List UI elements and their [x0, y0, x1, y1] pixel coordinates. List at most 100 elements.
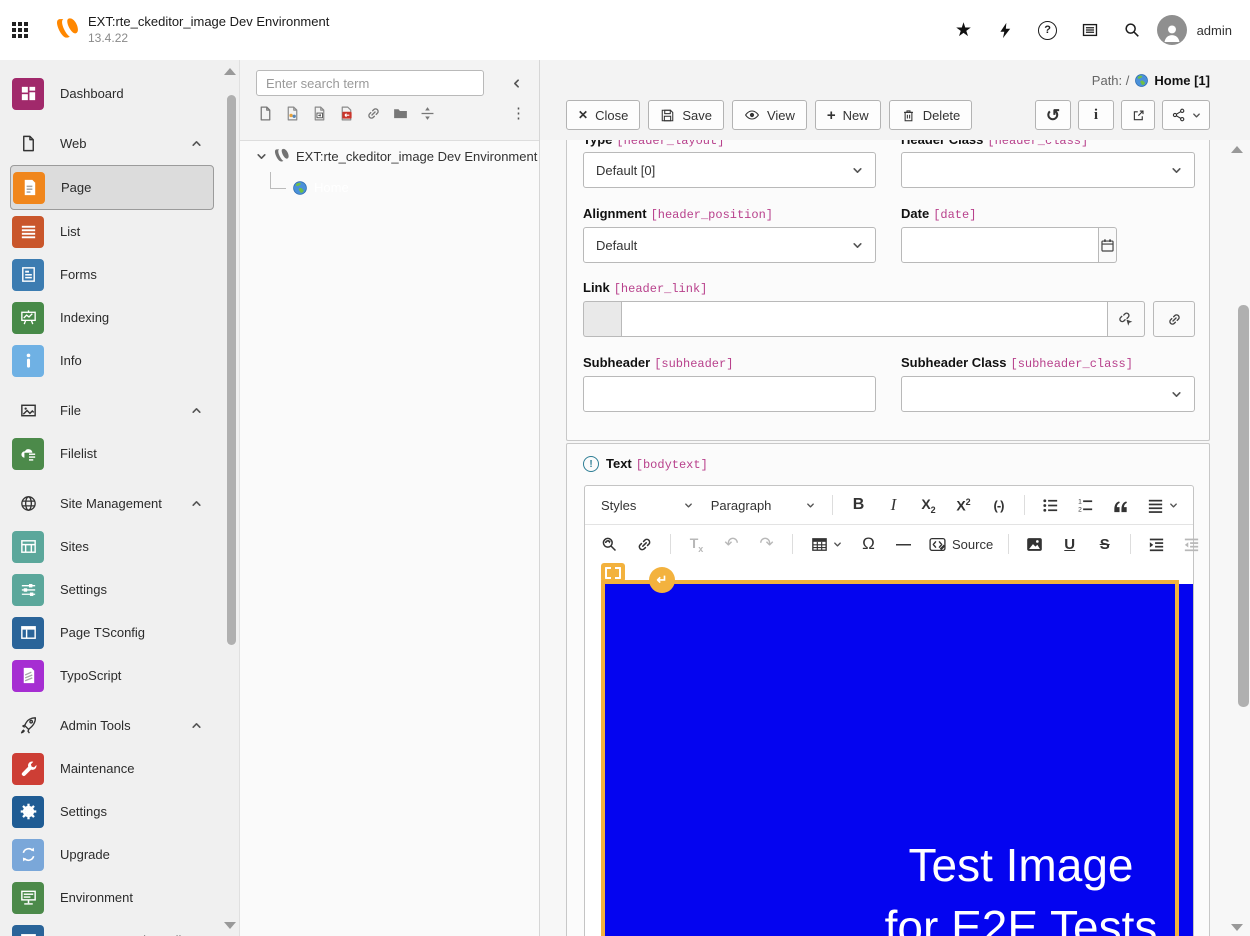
sidebar-item-filelist[interactable]: Filelist: [10, 432, 214, 475]
block-quote-button[interactable]: [1104, 491, 1137, 519]
user-menu[interactable]: admin: [1157, 15, 1232, 45]
page-info-button[interactable]: i: [1078, 100, 1114, 130]
bulleted-list-button[interactable]: [1034, 491, 1067, 519]
close-button[interactable]: ✕ Close: [566, 100, 640, 130]
window-panes-icon: [12, 617, 44, 649]
new-separator-icon[interactable]: [418, 104, 436, 122]
widget-drag-handle[interactable]: [601, 563, 625, 582]
sidebar-item-forms[interactable]: Forms: [10, 253, 214, 296]
sidebar-item-maintenance[interactable]: Maintenance: [10, 747, 214, 790]
share-button[interactable]: [1162, 100, 1210, 130]
save-button[interactable]: Save: [648, 100, 724, 130]
delete-button[interactable]: Delete: [889, 100, 973, 130]
help-button[interactable]: ?: [1031, 13, 1065, 47]
text-alignment-dropdown[interactable]: [1139, 491, 1185, 519]
insert-image-button[interactable]: [1018, 530, 1051, 558]
insert-paragraph-button[interactable]: ↵: [649, 567, 675, 593]
subheader-class-select[interactable]: [901, 376, 1195, 412]
indent-button[interactable]: [1140, 530, 1173, 558]
sidebar-item-info[interactable]: Info: [10, 339, 214, 382]
date-input[interactable]: [901, 227, 1099, 263]
soft-hyphen-button[interactable]: (-): [982, 491, 1015, 519]
find-replace-button[interactable]: [593, 530, 626, 558]
sidebar-item-upgrade[interactable]: Upgrade: [10, 833, 214, 876]
remove-format-button[interactable]: Tx: [680, 530, 713, 558]
subheader-input[interactable]: [584, 377, 875, 411]
tree-node-root[interactable]: EXT:rte_ckeditor_image Dev Environment: [240, 141, 539, 172]
close-icon: ✕: [578, 108, 588, 122]
history-button[interactable]: ↺: [1035, 100, 1071, 130]
open-new-window-button[interactable]: [1121, 100, 1155, 130]
sidebar-item-admin-settings[interactable]: Settings: [10, 790, 214, 833]
content-scrollbar-thumb[interactable]: [1238, 305, 1249, 707]
sidebar-item-dashboard[interactable]: Dashboard: [10, 72, 214, 115]
kebab-menu-icon[interactable]: ⋮: [511, 104, 525, 122]
modules-grid-button[interactable]: [0, 10, 40, 50]
content-scroll-down[interactable]: [1231, 924, 1243, 931]
new-shortcut-page-icon[interactable]: [310, 104, 328, 122]
new-backend-user-section-icon[interactable]: [283, 104, 301, 122]
tree-search-input[interactable]: [256, 70, 484, 96]
alignment-select[interactable]: Default: [583, 227, 876, 263]
test-image[interactable]: Test Image for E2E Tests: [605, 584, 1193, 936]
sidebar-item-page[interactable]: Page: [10, 165, 214, 210]
superscript-button[interactable]: X2: [947, 491, 980, 519]
sidebar-scroll-up[interactable]: [224, 68, 236, 75]
sidebar-section-site-management[interactable]: Site Management: [10, 482, 214, 525]
numbered-list-button[interactable]: [1069, 491, 1102, 519]
new-folder-icon[interactable]: [391, 104, 409, 122]
sidebar-scrollbar-thumb[interactable]: [227, 95, 236, 645]
special-characters-button[interactable]: Ω: [852, 530, 885, 558]
link-picker-button[interactable]: [1153, 301, 1195, 337]
tree-node-home[interactable]: Home: [240, 172, 539, 203]
sidebar-item-indexing[interactable]: Indexing: [10, 296, 214, 339]
new-button[interactable]: + New: [815, 100, 881, 130]
italic-button[interactable]: I: [877, 491, 910, 519]
content-scroll-up[interactable]: [1231, 146, 1243, 153]
undo-button[interactable]: ↶: [715, 530, 748, 558]
sidebar-scroll-down[interactable]: [224, 922, 236, 929]
paragraph-dropdown[interactable]: Paragraph: [703, 491, 823, 519]
subscript-button[interactable]: X2: [912, 491, 945, 519]
date-picker-button[interactable]: [1099, 227, 1117, 263]
horizontal-line-button[interactable]: —: [887, 530, 920, 558]
type-select[interactable]: Default [0]: [583, 152, 876, 188]
new-page-icon[interactable]: [256, 104, 274, 122]
sidebar-section-admin-tools[interactable]: Admin Tools: [10, 704, 214, 747]
bold-button[interactable]: B: [842, 491, 875, 519]
link-input[interactable]: [621, 301, 1108, 337]
sidebar-section-file[interactable]: File: [10, 389, 214, 432]
outdent-button[interactable]: [1175, 530, 1208, 558]
sidebar-section-label: File: [60, 403, 81, 418]
new-link-icon[interactable]: [364, 104, 382, 122]
sidebar-item-site-settings[interactable]: Settings: [10, 568, 214, 611]
dashboard-icon: [12, 78, 44, 110]
doc-header: Path: / Home [1] ✕ Close Save View + New: [540, 60, 1250, 140]
underline-button[interactable]: U: [1053, 530, 1086, 558]
link-browser-button[interactable]: [1108, 301, 1145, 337]
sidebar-item-sites[interactable]: Sites: [10, 525, 214, 568]
redo-button[interactable]: ↷: [750, 530, 783, 558]
insert-table-dropdown[interactable]: [802, 530, 850, 558]
sidebar-item-page-tsconfig[interactable]: Page TSconfig: [10, 611, 214, 654]
chevron-up-icon: [191, 720, 202, 731]
styles-dropdown[interactable]: Styles: [593, 491, 701, 519]
sidebar-item-content-security-policy[interactable]: Content Security Policy: [10, 919, 214, 936]
sidebar-item-typoscript[interactable]: TypoScript: [10, 654, 214, 697]
search-button[interactable]: [1115, 13, 1149, 47]
systeminfo-button[interactable]: [1073, 13, 1107, 47]
new-external-link-page-icon[interactable]: [337, 104, 355, 122]
bookmarks-button[interactable]: ★: [947, 13, 981, 47]
link-button[interactable]: [628, 530, 661, 558]
header-class-select[interactable]: [901, 152, 1195, 188]
sidebar-section-web[interactable]: Web: [10, 122, 214, 165]
editor-content[interactable]: Test Image for E2E Tests ↵: [585, 562, 1193, 936]
sidebar-item-environment[interactable]: Environment: [10, 876, 214, 919]
view-button[interactable]: View: [732, 100, 807, 130]
source-button[interactable]: Source: [922, 530, 999, 558]
strikethrough-button[interactable]: S: [1088, 530, 1121, 558]
collapse-tree-button[interactable]: [505, 72, 527, 94]
button-label: Delete: [923, 108, 961, 123]
clear-cache-button[interactable]: [989, 13, 1023, 47]
sidebar-item-list[interactable]: List: [10, 210, 214, 253]
